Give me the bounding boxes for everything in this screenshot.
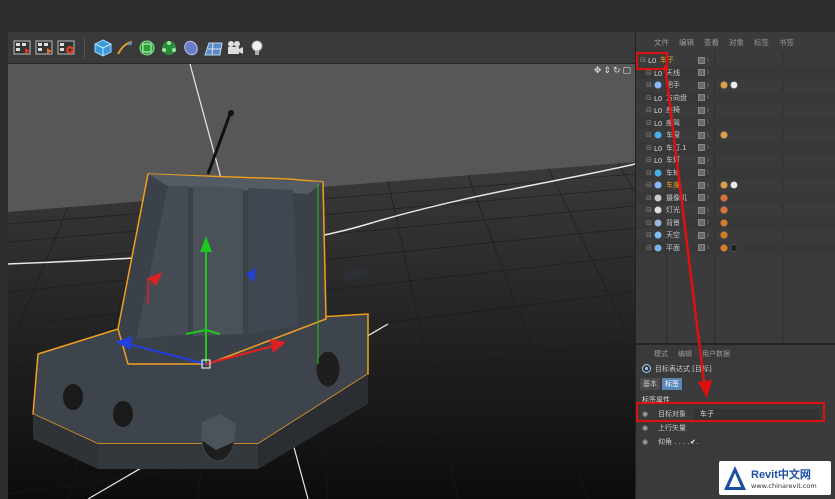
expand-toggle-icon[interactable]: ⊟ <box>646 206 652 214</box>
pitch-row: ◉ 仰角 . . . . . . ✔ <box>636 436 835 448</box>
viewport-navigation: ✥ ⇕ ↻ ▢ <box>594 66 631 76</box>
expand-toggle-icon[interactable]: ⊟ <box>646 244 652 252</box>
menu-tag[interactable]: 标签 <box>754 37 769 48</box>
object-manager-menu: 文件 编辑 查看 对象 标签 书签 <box>636 32 835 52</box>
maximize-view-icon[interactable]: ▢ <box>622 66 631 76</box>
material-tag-icon[interactable] <box>730 244 738 252</box>
subdivision-surface-icon[interactable] <box>137 38 157 58</box>
floor-grid-icon[interactable] <box>203 38 223 58</box>
radio-icon[interactable]: ◉ <box>642 424 648 432</box>
deformer-icon[interactable] <box>181 38 201 58</box>
expand-toggle-icon[interactable]: ⊟ <box>646 81 652 89</box>
expand-toggle-icon[interactable]: ⊟ <box>646 219 652 227</box>
expand-toggle-icon[interactable]: ⊟ <box>646 106 652 114</box>
move-view-icon[interactable]: ✥ <box>594 66 602 76</box>
up-vector-label: 上行矢量 <box>658 424 686 432</box>
menu-bookmark[interactable]: 书签 <box>779 37 794 48</box>
revit-logo-icon <box>724 466 746 490</box>
toolbar-separator <box>84 36 85 59</box>
checker-tag-icon[interactable] <box>730 81 738 89</box>
top-bar <box>0 0 835 32</box>
checker-tag-icon[interactable] <box>730 181 738 189</box>
expand-toggle-icon[interactable]: ⊟ <box>646 181 652 189</box>
up-vector-row: ◉ 上行矢量 <box>636 422 835 434</box>
render-view-icon[interactable] <box>12 38 32 58</box>
perspective-viewport[interactable]: ✥ ⇕ ↻ ▢ <box>8 64 635 499</box>
expand-toggle-icon[interactable]: ⊟ <box>646 94 652 102</box>
camera-icon[interactable] <box>225 38 245 58</box>
main-toolbar <box>8 32 635 64</box>
pen-spline-icon[interactable] <box>115 38 135 58</box>
expand-toggle-icon[interactable]: ⊟ <box>646 144 652 152</box>
watermark-url: www.chinarevit.com <box>751 482 817 490</box>
watermark-brand: Revit中文网 <box>751 469 811 481</box>
radio-icon[interactable]: ◉ <box>642 438 648 446</box>
menu-file[interactable]: 文件 <box>654 37 669 48</box>
expand-toggle-icon[interactable]: ⊟ <box>646 231 652 239</box>
expand-toggle-icon[interactable]: ⊟ <box>646 194 652 202</box>
expand-toggle-icon[interactable]: ⊟ <box>646 119 652 127</box>
pitch-checkbox[interactable]: ✔ <box>690 438 696 446</box>
zoom-view-icon[interactable]: ⇕ <box>603 66 611 76</box>
light-bulb-icon[interactable] <box>247 38 267 58</box>
menu-edit[interactable]: 编辑 <box>679 37 694 48</box>
left-edge <box>0 32 8 499</box>
render-settings-icon[interactable] <box>56 38 76 58</box>
menu-view[interactable]: 查看 <box>704 37 719 48</box>
cube-icon[interactable] <box>93 38 113 58</box>
target-tag-icon <box>642 363 651 375</box>
viewport-scene[interactable] <box>8 64 635 499</box>
expand-toggle-icon[interactable]: ⊟ <box>646 156 652 164</box>
cloner-icon[interactable] <box>159 38 179 58</box>
watermark-logo: Revit中文网 www.chinarevit.com <box>719 461 831 495</box>
red-arrow <box>663 64 712 398</box>
render-picture-viewer-icon[interactable] <box>34 38 54 58</box>
menu-object[interactable]: 对象 <box>729 37 744 48</box>
rotate-view-icon[interactable]: ↻ <box>613 66 621 76</box>
expand-toggle-icon[interactable]: ⊟ <box>646 169 652 177</box>
expand-toggle-icon[interactable]: ⊟ <box>646 131 652 139</box>
